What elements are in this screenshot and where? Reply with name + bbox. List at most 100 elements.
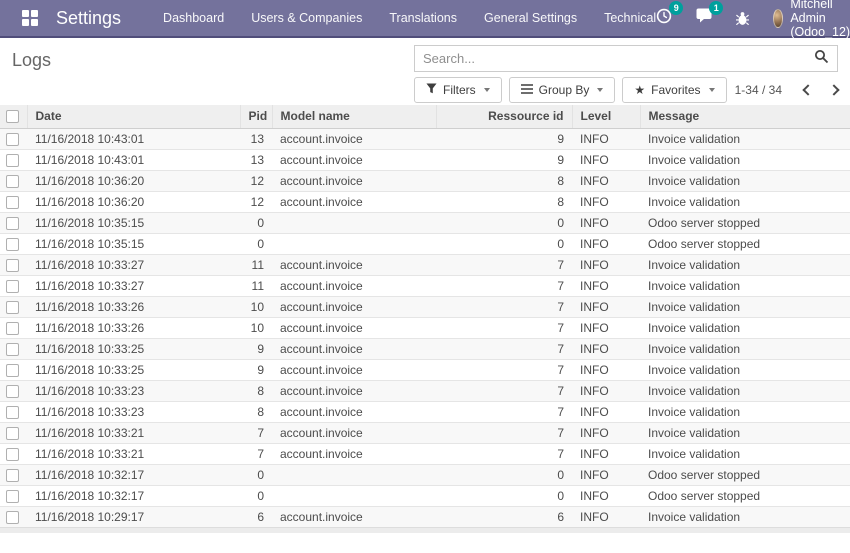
cell-date[interactable]: 11/16/2018 10:36:20 — [27, 191, 240, 212]
cell-message[interactable]: Invoice validation — [640, 296, 850, 317]
row-checkbox[interactable] — [6, 280, 19, 293]
cell-message[interactable]: Invoice validation — [640, 401, 850, 422]
table-row[interactable]: 11/16/2018 10:36:2012account.invoice8INF… — [0, 191, 850, 212]
cell-date[interactable]: 11/16/2018 10:32:17 — [27, 464, 240, 485]
row-checkbox[interactable] — [6, 385, 19, 398]
cell-resource-id[interactable]: 7 — [436, 254, 572, 275]
row-checkbox[interactable] — [6, 511, 19, 524]
cell-level[interactable]: INFO — [572, 254, 640, 275]
cell-level[interactable]: INFO — [572, 128, 640, 149]
filters-button[interactable]: Filters — [414, 77, 502, 103]
pager-previous-icon[interactable] — [802, 84, 813, 95]
row-checkbox[interactable] — [6, 175, 19, 188]
cell-model[interactable]: account.invoice — [272, 254, 436, 275]
cell-level[interactable]: INFO — [572, 170, 640, 191]
cell-date[interactable]: 11/16/2018 10:33:27 — [27, 275, 240, 296]
row-checkbox[interactable] — [6, 406, 19, 419]
row-checkbox[interactable] — [6, 238, 19, 251]
table-row[interactable]: 11/16/2018 10:33:2610account.invoice7INF… — [0, 317, 850, 338]
cell-model[interactable]: account.invoice — [272, 359, 436, 380]
cell-model[interactable]: account.invoice — [272, 443, 436, 464]
cell-pid[interactable]: 12 — [240, 191, 272, 212]
table-row[interactable]: 11/16/2018 10:33:217account.invoice7INFO… — [0, 422, 850, 443]
table-row[interactable]: 11/16/2018 10:36:2012account.invoice8INF… — [0, 170, 850, 191]
table-row[interactable]: 11/16/2018 10:33:217account.invoice7INFO… — [0, 443, 850, 464]
column-header-model[interactable]: Model name — [272, 105, 436, 128]
cell-date[interactable]: 11/16/2018 10:33:26 — [27, 296, 240, 317]
table-row[interactable]: 11/16/2018 10:29:176account.invoice6INFO… — [0, 506, 850, 527]
column-header-date[interactable]: Date — [27, 105, 240, 128]
cell-date[interactable]: 11/16/2018 10:33:25 — [27, 338, 240, 359]
table-row[interactable]: 11/16/2018 10:43:0113account.invoice9INF… — [0, 128, 850, 149]
cell-resource-id[interactable]: 6 — [436, 506, 572, 527]
search-icon[interactable] — [814, 49, 829, 69]
column-header-pid[interactable]: Pid — [240, 105, 272, 128]
cell-pid[interactable]: 9 — [240, 338, 272, 359]
cell-date[interactable]: 11/16/2018 10:33:21 — [27, 422, 240, 443]
table-row[interactable]: 11/16/2018 10:33:238account.invoice7INFO… — [0, 380, 850, 401]
row-checkbox[interactable] — [6, 343, 19, 356]
nav-item-technical[interactable]: Technical — [604, 11, 656, 25]
row-checkbox[interactable] — [6, 217, 19, 230]
cell-message[interactable]: Invoice validation — [640, 422, 850, 443]
row-checkbox[interactable] — [6, 154, 19, 167]
cell-date[interactable]: 11/16/2018 10:35:15 — [27, 212, 240, 233]
cell-model[interactable]: account.invoice — [272, 422, 436, 443]
cell-model[interactable]: account.invoice — [272, 296, 436, 317]
favorites-button[interactable]: ★ Favorites — [622, 77, 726, 103]
cell-resource-id[interactable]: 0 — [436, 485, 572, 506]
cell-level[interactable]: INFO — [572, 422, 640, 443]
cell-pid[interactable]: 0 — [240, 233, 272, 254]
table-row[interactable]: 11/16/2018 10:32:1700INFOOdoo server sto… — [0, 485, 850, 506]
cell-resource-id[interactable]: 8 — [436, 170, 572, 191]
cell-message[interactable]: Invoice validation — [640, 254, 850, 275]
table-row[interactable]: 11/16/2018 10:33:2610account.invoice7INF… — [0, 296, 850, 317]
cell-pid[interactable]: 8 — [240, 380, 272, 401]
activities-button[interactable]: 9 — [656, 8, 672, 29]
cell-message[interactable]: Invoice validation — [640, 317, 850, 338]
cell-level[interactable]: INFO — [572, 191, 640, 212]
cell-pid[interactable]: 7 — [240, 443, 272, 464]
cell-message[interactable]: Invoice validation — [640, 149, 850, 170]
select-all-checkbox[interactable] — [6, 110, 19, 123]
cell-resource-id[interactable]: 7 — [436, 422, 572, 443]
cell-resource-id[interactable]: 7 — [436, 296, 572, 317]
cell-pid[interactable]: 13 — [240, 128, 272, 149]
table-row[interactable]: 11/16/2018 10:32:1700INFOOdoo server sto… — [0, 464, 850, 485]
cell-date[interactable]: 11/16/2018 10:29:17 — [27, 506, 240, 527]
cell-level[interactable]: INFO — [572, 401, 640, 422]
cell-date[interactable]: 11/16/2018 10:33:26 — [27, 317, 240, 338]
apps-grid-icon[interactable] — [22, 10, 38, 27]
cell-model[interactable]: account.invoice — [272, 506, 436, 527]
table-row[interactable]: 11/16/2018 10:43:0113account.invoice9INF… — [0, 149, 850, 170]
cell-model[interactable]: account.invoice — [272, 275, 436, 296]
table-row[interactable]: 11/16/2018 10:33:259account.invoice7INFO… — [0, 338, 850, 359]
row-checkbox[interactable] — [6, 133, 19, 146]
cell-level[interactable]: INFO — [572, 296, 640, 317]
group-by-button[interactable]: Group By — [509, 77, 616, 103]
cell-message[interactable]: Invoice validation — [640, 443, 850, 464]
cell-date[interactable]: 11/16/2018 10:33:25 — [27, 359, 240, 380]
cell-resource-id[interactable]: 7 — [436, 359, 572, 380]
cell-pid[interactable]: 0 — [240, 212, 272, 233]
row-checkbox[interactable] — [6, 469, 19, 482]
cell-date[interactable]: 11/16/2018 10:35:15 — [27, 233, 240, 254]
row-checkbox[interactable] — [6, 196, 19, 209]
cell-model[interactable]: account.invoice — [272, 170, 436, 191]
cell-message[interactable]: Odoo server stopped — [640, 212, 850, 233]
cell-model[interactable] — [272, 233, 436, 254]
cell-model[interactable]: account.invoice — [272, 317, 436, 338]
cell-model[interactable] — [272, 212, 436, 233]
row-checkbox[interactable] — [6, 301, 19, 314]
cell-resource-id[interactable]: 0 — [436, 212, 572, 233]
cell-level[interactable]: INFO — [572, 275, 640, 296]
row-checkbox[interactable] — [6, 364, 19, 377]
cell-level[interactable]: INFO — [572, 464, 640, 485]
column-header-message[interactable]: Message — [640, 105, 850, 128]
cell-message[interactable]: Odoo server stopped — [640, 485, 850, 506]
app-name[interactable]: Settings — [56, 8, 121, 29]
user-menu[interactable]: Mitchell Admin (Odoo_12) — [773, 0, 850, 39]
cell-resource-id[interactable]: 7 — [436, 317, 572, 338]
table-row[interactable]: 11/16/2018 10:33:238account.invoice7INFO… — [0, 401, 850, 422]
cell-date[interactable]: 11/16/2018 10:32:17 — [27, 485, 240, 506]
